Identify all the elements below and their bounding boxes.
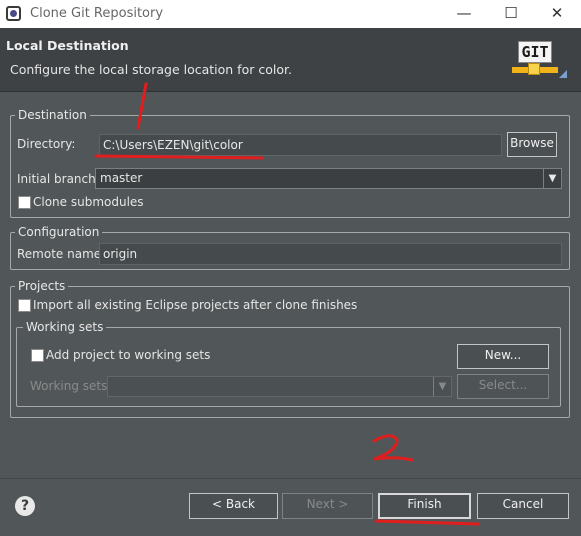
finish-button[interactable]: Finish bbox=[378, 493, 471, 519]
initial-branch-label: Initial branch: bbox=[17, 172, 100, 186]
git-logo-icon: GIT bbox=[512, 40, 570, 84]
page-title: Local Destination bbox=[6, 38, 129, 53]
page-description: Configure the local storage location for… bbox=[10, 62, 292, 77]
footer-separator bbox=[0, 478, 581, 479]
back-button[interactable]: < Back bbox=[189, 493, 278, 519]
clone-submodules-checkbox[interactable] bbox=[18, 196, 31, 209]
close-button[interactable]: ✕ bbox=[534, 0, 580, 28]
finish-label: Finish bbox=[407, 497, 442, 511]
next-label: Next > bbox=[306, 497, 349, 511]
remote-name-input[interactable]: origin bbox=[99, 243, 562, 265]
working-sets-select[interactable]: ▼ bbox=[107, 376, 452, 397]
chevron-down-icon: ▼ bbox=[433, 377, 451, 396]
directory-input[interactable]: C:\Users\EZEN\git\color bbox=[99, 134, 502, 156]
working-sets-label: Working sets: bbox=[30, 379, 112, 393]
directory-label: Directory: bbox=[17, 137, 76, 151]
cancel-button[interactable]: Cancel bbox=[477, 493, 569, 519]
next-button[interactable]: Next > bbox=[282, 493, 373, 519]
import-projects-label[interactable]: Import all existing Eclipse projects aft… bbox=[33, 298, 357, 312]
add-to-working-sets-label[interactable]: Add project to working sets bbox=[46, 348, 210, 362]
initial-branch-select[interactable]: master ▼ bbox=[95, 168, 562, 189]
back-label: < Back bbox=[211, 497, 255, 511]
configuration-group-label: Configuration bbox=[15, 225, 103, 239]
git-logo-text: GIT bbox=[518, 41, 552, 63]
initial-branch-value: master bbox=[100, 171, 143, 185]
select-working-sets-label: Select... bbox=[478, 378, 528, 392]
annotation-step-number bbox=[372, 434, 414, 462]
remote-name-label: Remote name: bbox=[17, 247, 106, 261]
minimize-button[interactable]: — bbox=[441, 0, 487, 28]
help-icon[interactable]: ? bbox=[15, 496, 35, 516]
title-bar: Clone Git Repository — ☐ ✕ bbox=[0, 0, 581, 28]
git-arrow-icon bbox=[559, 70, 567, 78]
import-projects-checkbox[interactable] bbox=[18, 299, 31, 312]
browse-label: Browse bbox=[510, 136, 554, 150]
annotation-underline-finish bbox=[374, 519, 480, 526]
eclipse-app-icon bbox=[6, 6, 21, 21]
clone-submodules-label[interactable]: Clone submodules bbox=[33, 195, 144, 209]
window-title: Clone Git Repository bbox=[30, 6, 164, 21]
browse-button[interactable]: Browse bbox=[507, 132, 557, 157]
new-working-set-label: New... bbox=[484, 348, 522, 362]
select-working-sets-button[interactable]: Select... bbox=[457, 374, 549, 399]
add-to-working-sets-checkbox[interactable] bbox=[31, 349, 44, 362]
destination-group-label: Destination bbox=[15, 108, 90, 122]
working-sets-group-label: Working sets bbox=[23, 320, 107, 334]
cancel-label: Cancel bbox=[502, 497, 544, 511]
git-node bbox=[528, 63, 540, 75]
wizard-header: Local Destination Configure the local st… bbox=[0, 28, 581, 92]
maximize-button[interactable]: ☐ bbox=[488, 0, 534, 28]
projects-group-label: Projects bbox=[15, 279, 69, 293]
chevron-down-icon: ▼ bbox=[543, 169, 561, 188]
new-working-set-button[interactable]: New... bbox=[457, 344, 549, 369]
